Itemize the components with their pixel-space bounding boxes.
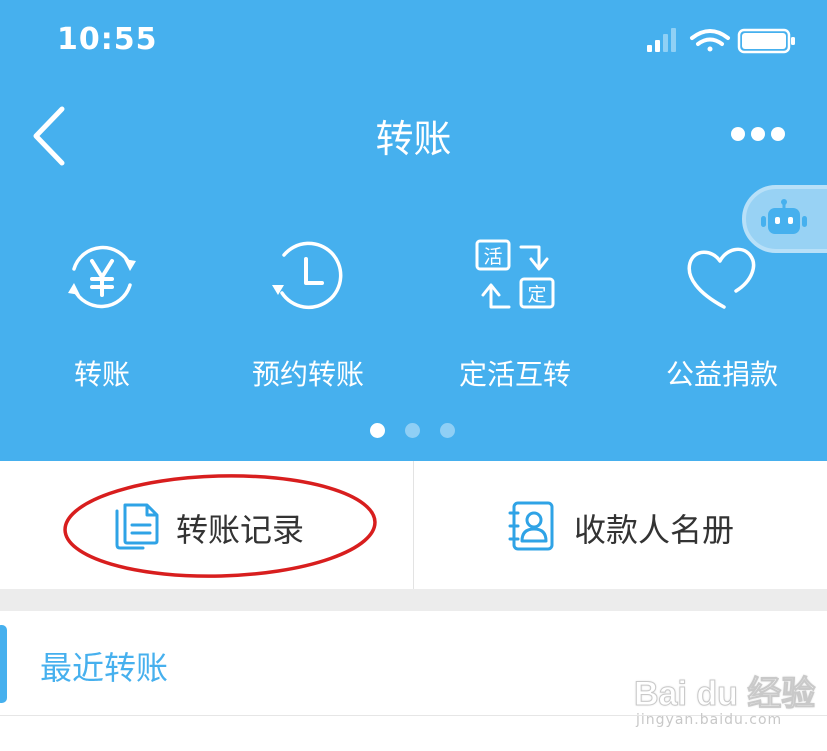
wifi-icon [690, 29, 730, 52]
section-gap [0, 589, 827, 611]
icon-text-current: 活 [483, 246, 502, 268]
page-dot [440, 423, 455, 438]
document-icon [115, 503, 159, 550]
page-dot-active [370, 423, 385, 438]
page-dot [405, 423, 420, 438]
quick-action-label: 转账 [73, 358, 130, 391]
quick-action-label: 定活互转 [458, 358, 571, 391]
fixed-current-swap-icon: 活 定 [475, 239, 555, 309]
page-title: 转账 [375, 117, 452, 161]
page-indicator [365, 423, 465, 439]
contact-book-icon [508, 501, 554, 551]
recent-transfers-title: 最近转账 [40, 649, 169, 687]
status-indicators [647, 28, 795, 54]
status-time: 10:55 [57, 22, 158, 57]
quick-action-transfer[interactable]: 转账 [2, 235, 202, 395]
signal-icon [647, 28, 676, 52]
recent-transfers-section: 最近转账 [0, 611, 827, 716]
payee-list-label: 收款人名册 [574, 511, 735, 549]
yen-cycle-icon [68, 245, 136, 309]
quick-action-fixed-current-swap[interactable]: 活 定 定活互转 [415, 235, 615, 395]
header-bar: 10:55 转账 转账 预约转账 活 定 定活互转 公益捐款 [0, 0, 827, 461]
quick-action-label: 公益捐款 [665, 358, 778, 391]
heart-icon [687, 247, 756, 309]
section-accent-bar [0, 625, 7, 703]
quick-action-label: 预约转账 [251, 358, 364, 391]
quick-action-scheduled-transfer[interactable]: 预约转账 [208, 235, 408, 395]
clock-icon [272, 241, 343, 310]
robot-icon [761, 199, 807, 234]
quick-action-charity-donation[interactable]: 公益捐款 [622, 235, 822, 395]
transfer-records-button[interactable]: 转账记录 [0, 461, 413, 589]
more-icon[interactable] [729, 122, 787, 146]
icon-text-fixed: 定 [527, 284, 546, 306]
transfer-links-row: 转账记录 收款人名册 [0, 461, 827, 590]
payee-list-button[interactable]: 收款人名册 [414, 461, 827, 589]
battery-icon [737, 28, 795, 54]
transfer-records-label: 转账记录 [176, 511, 305, 549]
